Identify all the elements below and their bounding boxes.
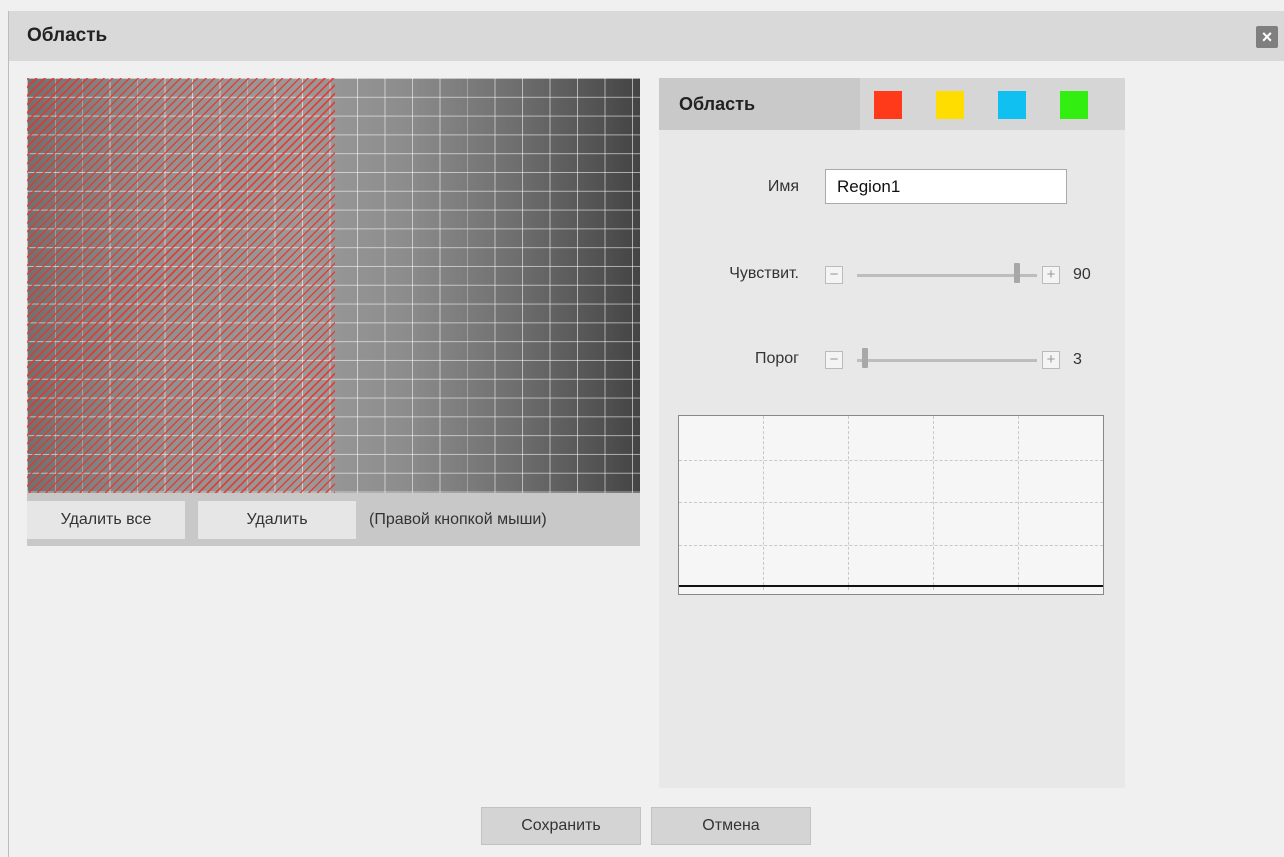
- sensitivity-decrease-button[interactable]: −: [825, 266, 843, 284]
- sensitivity-value: 90: [1073, 266, 1091, 283]
- color-swatch-green[interactable]: [1060, 91, 1088, 119]
- dialog-left-border: [8, 11, 9, 857]
- threshold-label: Порог: [754, 350, 799, 367]
- sensitivity-slider-track[interactable]: [857, 274, 1037, 277]
- motion-level-graph: [678, 415, 1104, 595]
- graph-gridline: [679, 460, 1103, 461]
- graph-gridline: [1018, 416, 1019, 590]
- delete-button[interactable]: Удалить: [198, 501, 356, 539]
- graph-baseline: [679, 585, 1103, 587]
- graph-gridline: [933, 416, 934, 590]
- graph-gridline: [763, 416, 764, 590]
- threshold-value: 3: [1073, 351, 1082, 368]
- tab-region-label: Область: [679, 94, 756, 114]
- video-toolbar: Удалить все Удалить (Правой кнопкой мыши…: [27, 493, 640, 546]
- close-icon[interactable]: ×: [1256, 26, 1278, 48]
- save-button[interactable]: Сохранить: [481, 807, 641, 845]
- threshold-increase-button[interactable]: +: [1042, 351, 1060, 369]
- graph-gridline: [679, 502, 1103, 503]
- color-swatch-red[interactable]: [874, 91, 902, 119]
- name-field[interactable]: [825, 169, 1067, 204]
- dialog-titlebar: Область: [9, 11, 1284, 61]
- color-swatch-yellow[interactable]: [936, 91, 964, 119]
- threshold-slider-track[interactable]: [857, 359, 1037, 362]
- delete-all-button[interactable]: Удалить все: [27, 501, 185, 539]
- color-swatch-blue[interactable]: [998, 91, 1026, 119]
- name-label: Имя: [767, 178, 799, 195]
- threshold-slider-thumb[interactable]: [862, 348, 869, 368]
- sensitivity-slider-thumb[interactable]: [1013, 263, 1020, 283]
- selected-region-overlay: [27, 78, 335, 493]
- graph-gridline: [848, 416, 849, 590]
- sensitivity-label: Чувствит.: [729, 265, 799, 282]
- video-preview[interactable]: [27, 78, 640, 493]
- region-settings-panel: Область Имя Чувствит. − + 90 Порог − + 3: [659, 78, 1125, 788]
- graph-gridline: [679, 545, 1103, 546]
- dialog-title: Область: [27, 25, 108, 46]
- threshold-decrease-button[interactable]: −: [825, 351, 843, 369]
- sensitivity-increase-button[interactable]: +: [1042, 266, 1060, 284]
- tab-region[interactable]: Область: [659, 78, 860, 130]
- region-tabs: Область: [659, 78, 1125, 130]
- cancel-button[interactable]: Отмена: [651, 807, 811, 845]
- right-click-hint: (Правой кнопкой мыши): [369, 511, 547, 528]
